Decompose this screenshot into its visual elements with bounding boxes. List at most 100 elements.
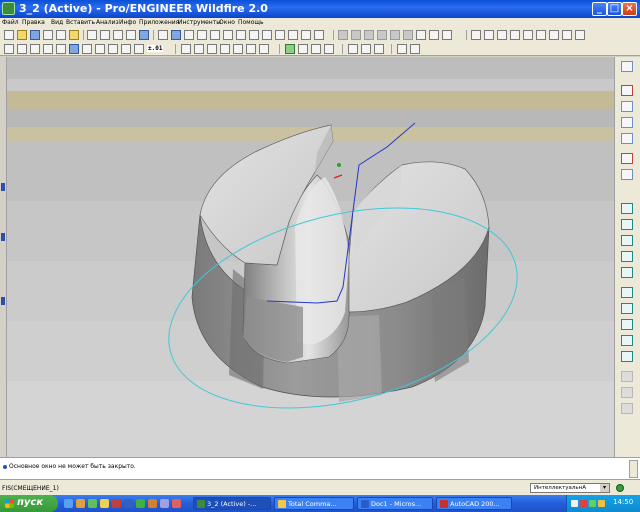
quicklaunch-folder-icon[interactable] (148, 499, 157, 508)
curve-tool-icon[interactable] (621, 117, 633, 128)
start-button[interactable]: пуск (0, 495, 58, 512)
refit-icon[interactable] (262, 30, 272, 40)
paste-disabled-icon[interactable] (390, 30, 400, 40)
panel-marker[interactable] (1, 297, 5, 305)
trajectory-icon[interactable] (621, 303, 633, 314)
query-select-icon[interactable] (562, 30, 572, 40)
zoom-window-icon[interactable] (510, 30, 520, 40)
grid-view-icon[interactable] (442, 30, 452, 40)
pan-icon[interactable] (523, 30, 533, 40)
datum-planes-icon[interactable] (4, 44, 14, 54)
context-help-icon[interactable] (575, 30, 585, 40)
volume-icon[interactable] (598, 500, 605, 507)
menu-info[interactable]: Инфо (119, 18, 136, 28)
paste-special-icon[interactable] (126, 30, 136, 40)
repaint-icon[interactable] (171, 30, 181, 40)
save-icon[interactable] (30, 30, 40, 40)
point-tool-icon[interactable] (621, 133, 633, 144)
rotate-icon[interactable] (536, 30, 546, 40)
quicklaunch-media-icon[interactable] (112, 499, 121, 508)
maximize-button[interactable]: □ (607, 2, 622, 16)
sketch-icon[interactable] (181, 44, 191, 54)
cut-icon[interactable] (87, 30, 97, 40)
view-manager-icon[interactable] (301, 30, 311, 40)
window-activate-icon[interactable] (348, 44, 358, 54)
spin-center-toggle-icon[interactable] (56, 44, 66, 54)
title-bar[interactable]: 3_2 (Active) - Pro/ENGINEER Wildfire 2.0… (0, 0, 640, 18)
graphics-window[interactable] (7, 57, 614, 457)
help-icon[interactable] (397, 44, 407, 54)
volume-mill-icon[interactable] (621, 219, 633, 230)
quicklaunch-app-icon[interactable] (100, 499, 109, 508)
hidden-line-icon[interactable] (223, 30, 233, 40)
task-button-total-commander[interactable]: Total Comma... (274, 497, 354, 510)
menu-edit[interactable]: Правка (22, 18, 45, 28)
network-icon[interactable] (589, 500, 596, 507)
surface-mill-icon[interactable] (621, 251, 633, 262)
quicklaunch-desktop-icon[interactable] (88, 499, 97, 508)
saved-views-icon[interactable] (275, 30, 285, 40)
model-tree-icon[interactable] (108, 44, 118, 54)
orient-icon[interactable] (197, 30, 207, 40)
coordinate-systems-icon[interactable] (43, 44, 53, 54)
datum-plane-tool-icon[interactable] (194, 44, 204, 54)
sketch-tool-icon[interactable] (621, 85, 633, 96)
sequence-icon[interactable] (621, 371, 633, 382)
shading-icon[interactable] (314, 30, 324, 40)
nc-sequence-icon[interactable] (298, 44, 308, 54)
start-point-marker[interactable] (337, 163, 341, 167)
whats-this-icon[interactable] (410, 44, 420, 54)
datum-axis-tool-icon[interactable] (207, 44, 217, 54)
quicklaunch-explorer-icon[interactable] (76, 499, 85, 508)
quicklaunch-word-icon[interactable] (124, 499, 133, 508)
app-icon[interactable] (2, 2, 15, 15)
task-button-autocad[interactable]: AutoCAD 200... (436, 497, 512, 510)
tolerance-display[interactable]: ±.01 (147, 45, 164, 52)
engrave-icon[interactable] (621, 319, 633, 330)
task-button-proe[interactable]: 3_2 (Active) -... (193, 497, 271, 510)
copy-icon[interactable] (100, 30, 110, 40)
drill-icon[interactable] (621, 287, 633, 298)
print-icon[interactable] (43, 30, 53, 40)
window-new-icon[interactable] (374, 44, 384, 54)
view-cube-icon[interactable] (69, 44, 79, 54)
redo-icon[interactable] (351, 30, 361, 40)
repaint-view-icon[interactable] (95, 44, 105, 54)
quicklaunch-cad-icon[interactable] (172, 499, 181, 508)
zoom-fit-icon[interactable] (497, 30, 507, 40)
new-file-icon[interactable] (4, 30, 14, 40)
wireframe-icon[interactable] (210, 30, 220, 40)
tool-path-icon[interactable] (311, 44, 321, 54)
undo-icon[interactable] (338, 30, 348, 40)
find-icon[interactable] (158, 30, 168, 40)
csys-tool-icon[interactable] (246, 44, 256, 54)
quicklaunch-tool-icon[interactable] (160, 499, 169, 508)
window-close-icon[interactable] (361, 44, 371, 54)
face-mill-icon[interactable] (621, 267, 633, 278)
copy-disabled-icon[interactable] (377, 30, 387, 40)
paste-icon[interactable] (113, 30, 123, 40)
selection-filter-select[interactable]: ИнтеллектуальнА ▾ (530, 483, 610, 493)
zoom-out-icon[interactable] (249, 30, 259, 40)
axis-tool-icon[interactable] (621, 169, 633, 180)
datum-plane-icon[interactable] (621, 61, 633, 72)
menu-help[interactable]: Помощь (238, 18, 264, 28)
zoom-in-view-icon[interactable] (471, 30, 481, 40)
material-removal-icon[interactable] (324, 44, 334, 54)
panel-marker[interactable] (1, 233, 5, 241)
cut-disabled-icon[interactable] (364, 30, 374, 40)
menu-tools[interactable]: Инструменты (178, 18, 221, 28)
clock[interactable]: 14:50 (613, 498, 633, 506)
chevron-down-icon[interactable]: ▾ (600, 484, 609, 492)
display-style-icon[interactable] (134, 44, 144, 54)
panel-marker[interactable] (1, 183, 5, 191)
regenerate-icon[interactable] (139, 30, 149, 40)
zoom-out-view-icon[interactable] (484, 30, 494, 40)
model-view[interactable] (7, 57, 614, 457)
menu-window[interactable]: Окно (219, 18, 235, 28)
datum-points-icon[interactable] (30, 44, 40, 54)
antivirus-icon[interactable] (580, 500, 587, 507)
email-icon[interactable] (56, 30, 66, 40)
quicklaunch-ie-icon[interactable] (64, 499, 73, 508)
menu-insert[interactable]: Вставить (66, 18, 95, 28)
